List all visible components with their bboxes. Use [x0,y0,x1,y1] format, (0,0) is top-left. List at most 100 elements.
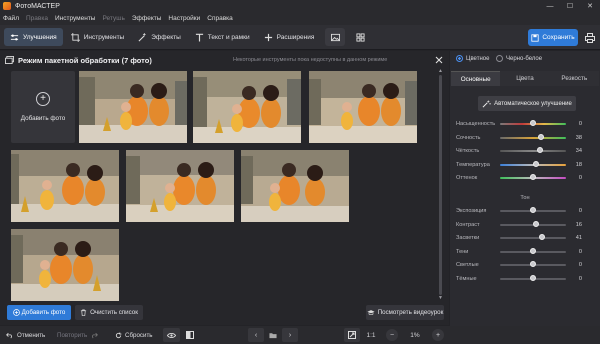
slider-value: 0 [578,275,582,282]
scroll-down-arrow-icon[interactable]: ▼ [437,296,444,301]
photo-thumbnail[interactable] [11,150,119,222]
family-photo-image [11,229,119,301]
title-bar: ФотоМАСТЕР — ☐ ✕ [0,0,600,12]
photo-thumbnail[interactable] [193,71,301,143]
plus-icon [264,33,272,41]
menu-effects[interactable]: Эффекты [132,15,162,22]
scroll-up-arrow-icon[interactable]: ▲ [437,69,444,74]
maximize-button[interactable]: ☐ [560,0,580,12]
folder-button[interactable] [266,328,280,342]
bw-mode-radio[interactable]: Черно-белое [496,54,542,63]
close-batch-button[interactable] [433,54,445,66]
compare-button[interactable] [182,328,198,342]
tab-effects[interactable]: Эффекты [132,28,187,46]
menu-retouch[interactable]: Ретушь [102,15,124,22]
redo-button[interactable]: Повторить [57,328,99,342]
menu-settings[interactable]: Настройки [168,15,200,22]
zoom-in-button[interactable]: + [432,329,444,341]
photo-thumbnail[interactable] [79,71,187,143]
family-photo-image [193,71,301,143]
slider-label: Тёмные [456,275,477,282]
next-button[interactable]: › [282,328,298,342]
slider-knob[interactable] [536,147,543,153]
photo-thumbnail[interactable] [11,229,119,301]
slider-knob[interactable] [533,160,540,167]
app-logo-icon [3,2,11,10]
tab-effects-label: Эффекты [151,33,181,41]
slider-knob[interactable] [530,174,536,180]
slider-knob[interactable] [530,274,536,281]
tab-enhancements[interactable]: Улучшения [4,28,63,46]
slider-knob[interactable] [530,261,536,267]
menu-file[interactable]: Файл [3,15,19,22]
reset-icon [115,331,122,338]
tab-basic[interactable]: Основные [451,71,501,86]
image-icon [330,33,340,41]
zoom-out-button[interactable]: − [386,329,398,341]
batch-notice: Некоторые инструменты пока недоступны в … [233,57,388,63]
scrollbar-thumb[interactable] [439,75,442,295]
grid-view-button[interactable] [350,28,370,46]
tab-tools[interactable]: Инструменты [65,28,131,46]
before-after-button[interactable] [163,328,180,342]
slider-value: 0 [578,262,582,268]
slider-knob[interactable] [537,133,544,140]
slider-label: Засветки [456,235,480,241]
undo-button[interactable]: Отменить [6,328,45,342]
print-button[interactable] [582,29,598,46]
photo-view-button[interactable] [325,28,346,46]
photo-grid-scrollbar[interactable]: ▲ ▼ [437,69,444,301]
photos-icon [5,56,14,64]
photo-thumbnail[interactable] [241,150,349,222]
sliders-icon [10,34,19,40]
menu-edit[interactable]: Правка [26,15,48,22]
video-lesson-button[interactable]: Посмотреть видеоурок [366,305,444,320]
slider-value: 16 [575,221,582,228]
slider-knob[interactable] [530,247,536,254]
save-button[interactable]: Сохранить [528,29,578,46]
graduation-cap-icon [367,310,375,316]
add-circle-icon [12,309,20,316]
tab-text-frames-label: Текст и рамки [207,33,250,41]
photo-thumbnail[interactable] [126,150,234,222]
color-mode-radio[interactable]: Цветное [456,54,489,63]
auto-enhance-button[interactable]: Автоматическое улучшение [478,96,576,111]
slider-track[interactable] [500,237,566,239]
tab-extensions[interactable]: Расширения [258,28,321,46]
tab-extensions-label: Расширения [276,33,315,41]
fit-screen-icon [348,331,356,339]
minus-icon: − [389,331,395,339]
slider-value: 41 [575,235,582,241]
slider-knob[interactable] [530,120,536,126]
adjustments-panel [450,51,600,326]
slider-knob[interactable] [539,234,546,240]
add-photo-tile[interactable]: + Добавить фото [11,71,75,143]
tab-sharpness[interactable]: Резкость [549,71,599,86]
zoom-value: 1% [410,331,420,339]
magic-wand-icon [482,99,491,107]
fit-to-screen-button[interactable] [344,328,360,342]
slider-label: Насыщенность [456,121,496,127]
previous-button[interactable]: ‹ [248,328,264,342]
menu-tools[interactable]: Инструменты [55,15,96,22]
close-window-button[interactable]: ✕ [580,0,600,12]
slider-track[interactable] [500,150,566,152]
reset-label: Сбросить [125,331,153,339]
tab-colors[interactable]: Цвета [500,71,550,86]
tab-text-frames[interactable]: Текст и рамки [189,28,256,46]
actual-size-button[interactable]: 1:1 [363,328,379,342]
add-photo-button[interactable]: Добавить фото [7,305,71,320]
bw-mode-label: Черно-белое [506,55,543,62]
slider-label: Контраст [456,221,480,228]
clear-list-label: Очистить список [90,309,138,316]
minimize-button[interactable]: — [540,0,560,12]
slider-knob[interactable] [533,220,540,227]
menu-help[interactable]: Справка [207,15,233,22]
clear-list-button[interactable]: Очистить список [75,305,143,320]
slider-track[interactable] [500,136,566,139]
reset-button[interactable]: Сбросить [115,328,153,342]
photo-thumbnail[interactable] [309,71,417,143]
slider-knob[interactable] [530,207,536,213]
auto-enhance-label: Автоматическое улучшение [494,100,572,107]
family-photo-image [126,150,234,222]
